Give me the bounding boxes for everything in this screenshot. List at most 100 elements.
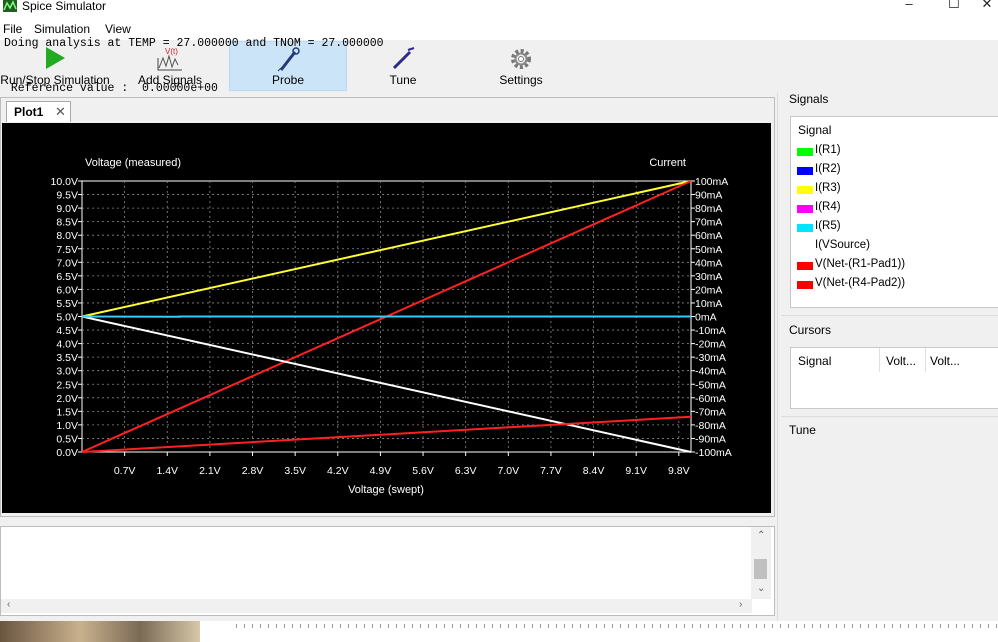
scroll-right-icon[interactable]: ›	[739, 599, 742, 610]
y-left-tick-label: 9.5V	[56, 190, 78, 202]
x-tick-label: 4.2V	[327, 465, 349, 477]
y-right-tick-label: 60mA	[695, 230, 722, 242]
y-right-tick-label: 100mA	[695, 176, 728, 188]
x-tick-label: 6.3V	[455, 465, 477, 477]
signal-color-swatch	[797, 262, 813, 270]
maximize-button[interactable]: ☐	[931, 0, 977, 16]
y-right-tick-label: 0mA	[695, 312, 717, 324]
y-right-tick-label: 10mA	[695, 298, 722, 310]
y-right-tick-label: -50mA	[695, 379, 726, 391]
x-tick-label: 9.8V	[668, 465, 690, 477]
y-right-tick-label: -30mA	[695, 352, 726, 364]
y-right-tick-label: 40mA	[695, 257, 722, 269]
console-scroll-thumb[interactable]	[754, 559, 767, 579]
y-left-tick-label: 6.0V	[56, 284, 78, 296]
cursors-table[interactable]: Signal Volt... Volt...	[790, 347, 998, 409]
signal-name: I(R3)	[815, 182, 841, 194]
y-left-tick-label: 4.0V	[56, 339, 78, 351]
y-right-tick-label: 90mA	[695, 190, 722, 202]
console-line: No. of Data Rows : 1001	[4, 127, 163, 140]
x-tick-label: 3.5V	[284, 465, 306, 477]
signals-header: Signal	[798, 123, 832, 137]
y-left-tick-label: 9.0V	[56, 203, 78, 215]
signal-name: V(Net-(R1-Pad1))	[815, 258, 906, 270]
y-right-tick-label: 80mA	[695, 203, 722, 215]
gear-icon	[508, 46, 534, 75]
y-right-tick-label: -10mA	[695, 325, 726, 337]
x-tick-label: 0.7V	[114, 465, 136, 477]
panel-divider[interactable]	[777, 93, 778, 642]
tune-icon	[390, 46, 416, 75]
console-line: Reference value : 0.00000e+00	[4, 82, 218, 95]
console-horizontal-scrollbar[interactable]: ‹ ›	[1, 599, 752, 613]
separator	[781, 315, 998, 316]
y-right-tick-label: -70mA	[695, 406, 726, 418]
x-axis-label: Voltage (swept)	[348, 484, 424, 496]
cursors-col-signal[interactable]: Signal	[798, 354, 831, 368]
close-window-button[interactable]: ✕	[976, 0, 998, 16]
separator	[781, 416, 998, 417]
y-left-tick-label: 5.0V	[56, 312, 78, 324]
signal-name: I(R4)	[815, 201, 841, 213]
x-tick-label: 8.4V	[583, 465, 605, 477]
y-right-tick-label: -80mA	[695, 420, 726, 432]
series-line-4	[81, 415, 692, 453]
x-tick-label: 4.9V	[370, 465, 392, 477]
cursors-col-volt-1[interactable]: Volt...	[886, 354, 916, 368]
y-right-tick-label: 20mA	[695, 284, 722, 296]
background-photo	[0, 621, 200, 642]
scroll-left-icon[interactable]: ‹	[7, 599, 10, 610]
x-tick-label: 2.1V	[199, 465, 221, 477]
y-left-tick-label: 8.0V	[56, 230, 78, 242]
y-left-tick-label: 1.5V	[56, 406, 78, 418]
console-text: Doing analysis at TEMP = 27.000000 and T…	[4, 6, 384, 156]
y-left-tick-label: 7.5V	[56, 244, 78, 256]
tune-group-title: Tune	[789, 423, 816, 437]
y-left-tick-label: 2.5V	[56, 379, 78, 391]
x-tick-label: 1.4V	[156, 465, 178, 477]
y-right-tick-label: -60mA	[695, 393, 726, 405]
signals-group-title: Signals	[789, 92, 829, 106]
settings-button[interactable]: Settings	[488, 42, 554, 90]
signal-name: I(VSource)	[815, 239, 870, 251]
chart-grid	[78, 180, 695, 456]
settings-label: Settings	[499, 73, 543, 87]
y-left-tick-label: 0.5V	[56, 433, 78, 445]
minimize-button[interactable]: –	[886, 0, 932, 16]
y-left-tick-label: 10.0V	[51, 176, 78, 188]
cursors-group-title: Cursors	[789, 323, 832, 337]
y-left-tick-label: 8.5V	[56, 217, 78, 229]
chart[interactable]: Voltage (measured) Current Voltage (swep…	[2, 123, 771, 513]
signal-name: I(R1)	[815, 144, 841, 156]
left-axis-label: Voltage (measured)	[85, 157, 181, 169]
column-divider	[879, 348, 880, 372]
y-left-tick-label: 6.5V	[56, 271, 78, 283]
y-left-tick-label: 3.0V	[56, 366, 78, 378]
console-line: Doing analysis at TEMP = 27.000000 and T…	[4, 37, 384, 50]
y-left-tick-label: 2.0V	[56, 393, 78, 405]
signal-name: I(R2)	[815, 163, 841, 175]
signal-color-swatch	[797, 224, 813, 232]
y-right-tick-label: -100mA	[695, 447, 732, 459]
signal-color-swatch	[797, 186, 813, 194]
x-tick-label: 9.1V	[625, 465, 647, 477]
y-left-tick-label: 7.0V	[56, 257, 78, 269]
y-left-tick-label: 3.5V	[56, 352, 78, 364]
y-right-tick-label: 50mA	[695, 244, 722, 256]
signal-color-swatch	[797, 167, 813, 175]
signals-list[interactable]: Signal I(R1) I(R2) I(R3) I(R4) I(R5) I(VSourc…	[790, 116, 998, 308]
y-right-tick-label: 70mA	[695, 217, 722, 229]
signal-name: I(R5)	[815, 220, 841, 232]
x-tick-label: 7.7V	[540, 465, 562, 477]
plot-area[interactable]: Voltage (measured) Current Voltage (swep…	[2, 123, 771, 513]
cursors-col-volt-2[interactable]: Volt...	[930, 354, 960, 368]
scroll-down-icon[interactable]: ⌄	[757, 583, 765, 594]
signal-color-swatch	[797, 205, 813, 213]
scroll-up-icon[interactable]: ⌃	[757, 530, 765, 541]
x-tick-label: 5.6V	[412, 465, 434, 477]
signal-color-swatch	[797, 281, 813, 289]
y-left-tick-label: 5.5V	[56, 298, 78, 310]
signal-color-swatch	[797, 148, 813, 156]
y-left-tick-label: 1.0V	[56, 420, 78, 432]
y-left-tick-label: 4.5V	[56, 325, 78, 337]
